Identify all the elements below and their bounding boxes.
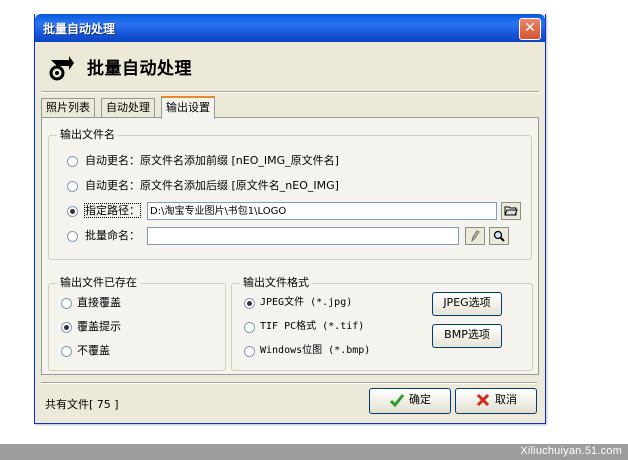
radio-tif[interactable] xyxy=(244,322,255,333)
tab-photo-list[interactable]: 照片列表 xyxy=(41,98,95,117)
bmp-options-button[interactable]: BMP选项 xyxy=(432,324,502,348)
gear-arrow-icon xyxy=(49,56,74,81)
jpeg-options-button[interactable]: JPEG选项 xyxy=(432,292,502,316)
output-name-group: 输出文件名 自动更名：原文件名添加前缀 [nEO_IMG_原文件名] 自动更名：… xyxy=(48,128,532,260)
bmp-format-label[interactable]: Windows位图 (*.bmp) xyxy=(260,344,370,357)
output-format-group: 输出文件格式 JPEG文件 (*.jpg) TIF PC格式 (*.tif) W… xyxy=(231,276,533,371)
file-exists-group-title: 输出文件已存在 xyxy=(57,276,140,290)
ok-button-label: 确定 xyxy=(409,393,431,406)
file-exists-group: 输出文件已存在 直接覆盖 覆盖提示 不覆盖 xyxy=(48,276,226,371)
prefix-option-label[interactable]: 自动更名：原文件名添加前缀 [nEO_IMG_原文件名] xyxy=(85,154,339,167)
no-overwrite-label[interactable]: 不覆盖 xyxy=(77,344,110,357)
footer-divider xyxy=(41,382,537,384)
radio-jpeg[interactable] xyxy=(244,298,255,309)
cancel-button-label: 取消 xyxy=(495,393,517,406)
tab-output-settings[interactable]: 输出设置 xyxy=(161,96,215,119)
tab-panel-output: 输出文件名 自动更名：原文件名添加前缀 [nEO_IMG_原文件名] 自动更名：… xyxy=(41,117,539,375)
output-format-group-title: 输出文件格式 xyxy=(240,276,312,290)
checkmark-icon xyxy=(389,394,405,408)
radio-prompt-overwrite[interactable] xyxy=(61,322,72,333)
custom-path-label[interactable]: 指定路径： xyxy=(84,203,141,218)
magnifier-icon xyxy=(493,230,505,242)
tif-format-label[interactable]: TIF PC格式 (*.tif) xyxy=(260,320,364,333)
header-divider xyxy=(41,91,539,93)
radio-bmp[interactable] xyxy=(244,346,255,357)
close-button[interactable]: ✕ xyxy=(519,18,541,40)
radio-suffix[interactable] xyxy=(67,181,78,192)
overwrite-label[interactable]: 直接覆盖 xyxy=(77,296,121,309)
ok-button[interactable]: 确定 xyxy=(369,388,451,414)
folder-open-icon xyxy=(504,206,518,216)
edit-name-button[interactable] xyxy=(465,227,485,245)
jpeg-format-label[interactable]: JPEG文件 (*.jpg) xyxy=(260,296,352,309)
close-icon: ✕ xyxy=(524,20,536,36)
watermark-text: Xiliuchuiyan.51.com xyxy=(520,445,622,457)
radio-batch-name[interactable] xyxy=(67,231,78,242)
search-name-button[interactable] xyxy=(489,227,509,245)
file-count-label: 共有文件[ 75 ] xyxy=(45,398,119,411)
radio-overwrite[interactable] xyxy=(61,298,72,309)
batch-name-label[interactable]: 批量命名： xyxy=(85,229,140,242)
header-title: 批量自动处理 xyxy=(87,59,192,79)
pencil-icon xyxy=(471,230,480,243)
title-bar[interactable]: 批量自动处理 ✕ xyxy=(35,14,545,42)
radio-prefix[interactable] xyxy=(67,156,78,167)
tab-auto-process[interactable]: 自动处理 xyxy=(101,98,155,117)
batch-dialog: 批量自动处理 ✕ 批量自动处理 照片列表 自动处理 输出设置 输出文件名 自动更… xyxy=(34,14,546,424)
prompt-overwrite-label[interactable]: 覆盖提示 xyxy=(77,320,121,333)
radio-no-overwrite[interactable] xyxy=(61,346,72,357)
suffix-option-label[interactable]: 自动更名：原文件名添加后缀 [原文件名_nEO_IMG] xyxy=(85,179,339,192)
cross-icon xyxy=(476,393,490,407)
batch-name-input[interactable] xyxy=(147,227,459,245)
window-title: 批量自动处理 xyxy=(43,22,116,36)
cancel-button[interactable]: 取消 xyxy=(455,388,537,414)
path-input[interactable]: D:\淘宝专业图片\书包1\LOGO xyxy=(147,202,497,220)
browse-folder-button[interactable] xyxy=(501,202,521,220)
radio-custom-path[interactable] xyxy=(67,206,78,217)
output-name-group-title: 输出文件名 xyxy=(57,128,118,142)
